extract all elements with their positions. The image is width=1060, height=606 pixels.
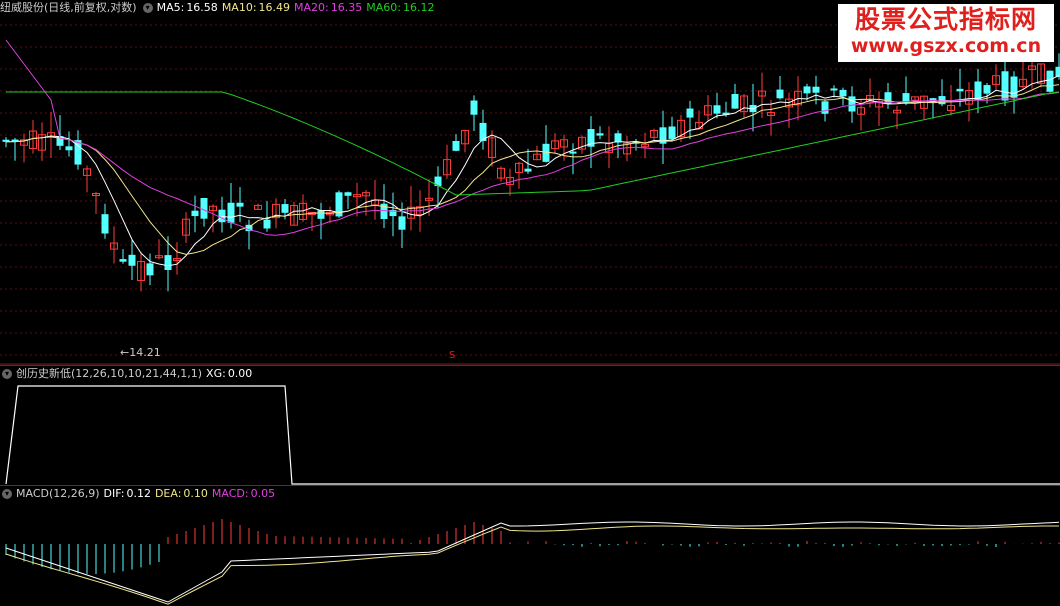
ma10-label: MA10: [222,1,257,14]
dif-line [6,522,1059,602]
candle-body-down [714,105,721,113]
dif-value: 0.12 [126,487,151,500]
candle-body-down [669,126,676,138]
candle-body-down [129,255,136,266]
ma20-value: 16.35 [331,1,363,14]
candle-body-down [1011,77,1018,98]
candle-body-down [732,94,739,109]
candle-body-down [777,90,784,99]
ma60-value: 16.12 [403,1,435,14]
candle-body-down [453,141,460,151]
candle-body-down [597,133,604,135]
dea-line [6,526,1059,604]
candle-body-down [228,203,235,223]
collapse-icon[interactable]: ▾ [2,489,12,499]
candle-body-down [471,101,478,115]
candle-body-down [219,210,226,222]
candle-body-down [1056,67,1060,77]
kline-legend: 纽威股份(日线,前复权,对数) ▾ MA5:16.58 MA10:16.49MA20:… [0,0,438,16]
watermark-title: 股票公式指标网 [838,4,1054,36]
candle-body-down [165,255,172,270]
candle-body-down [399,216,406,229]
candle-body-down [849,96,856,111]
xg-chart[interactable] [0,366,1060,486]
candle-body-down [66,146,73,150]
signal-marker: S [449,350,455,361]
candle-body-down [840,90,847,96]
candle-body-down [831,88,838,90]
candle-body-down [201,198,208,219]
xg-value: 0.00 [228,367,253,380]
xg-signal-line [6,386,1060,484]
lowest-price-label: ←14.21 [120,346,161,359]
dea-value: 0.10 [183,487,208,500]
xg-title: 创历史新低(12,26,10,10,21,44,1,1) [16,367,202,380]
watermark-url: www.gszx.com.cn [838,36,1054,56]
candle-body-down [1047,71,1054,92]
xg-legend: ▾ 创历史新低(12,26,10,10,21,44,1,1) XG:0.00 [0,366,256,382]
macd-title: MACD(12,26,9) [16,487,100,500]
candle-body-down [984,85,991,94]
candle-body-down [570,152,577,154]
ma60-label: MA60: [366,1,401,14]
macd-legend: ▾ MACD(12,26,9) DIF:0.12 DEA:0.10 MACD:0.05 [0,486,279,502]
candle-body-down [345,192,352,196]
macd-label: MACD: [212,487,249,500]
candle-body-down [147,263,154,275]
ma60-line [6,92,1059,195]
stock-name: 纽威股份(日线,前复权,对数) [0,1,137,14]
macd-chart[interactable] [0,486,1060,606]
xg-indicator-panel[interactable]: ▾ 创历史新低(12,26,10,10,21,44,1,1) XG:0.00 [0,365,1060,486]
candle-body-down [822,101,829,113]
candle-body-down [264,220,271,229]
dif-label: DIF: [104,487,125,500]
candle-body-down [687,109,694,118]
collapse-icon[interactable]: ▾ [2,369,12,379]
macd-value: 0.05 [251,487,276,500]
macd-panel[interactable]: ▾ MACD(12,26,9) DIF:0.12 DEA:0.10 MACD:0.05 [0,485,1060,606]
candle-body-down [237,203,244,207]
kline-panel[interactable]: 纽威股份(日线,前复权,对数) ▾ MA5:16.58 MA10:16.49MA20:… [0,0,1060,365]
candle-body-down [957,89,964,92]
candle-body-down [804,86,811,93]
collapse-icon[interactable]: ▾ [143,3,153,13]
ma5-line [6,76,1059,266]
ma5-label: MA5: [157,1,185,14]
candle-body-down [282,204,289,213]
candle-body-down [102,214,109,233]
ma10-line [6,85,1059,255]
dea-label: DEA: [155,487,181,500]
candle-body-down [192,211,199,216]
candle-body-down [120,259,127,262]
candle-body-down [813,87,820,93]
watermark-logo: 股票公式指标网 www.gszx.com.cn [838,4,1054,62]
candle-body-down [525,169,532,172]
ma5-value: 16.58 [186,1,218,14]
xg-label: XG: [206,367,226,380]
candle-body-down [318,210,325,219]
ma10-value: 16.49 [259,1,291,14]
ma20-label: MA20: [294,1,329,14]
